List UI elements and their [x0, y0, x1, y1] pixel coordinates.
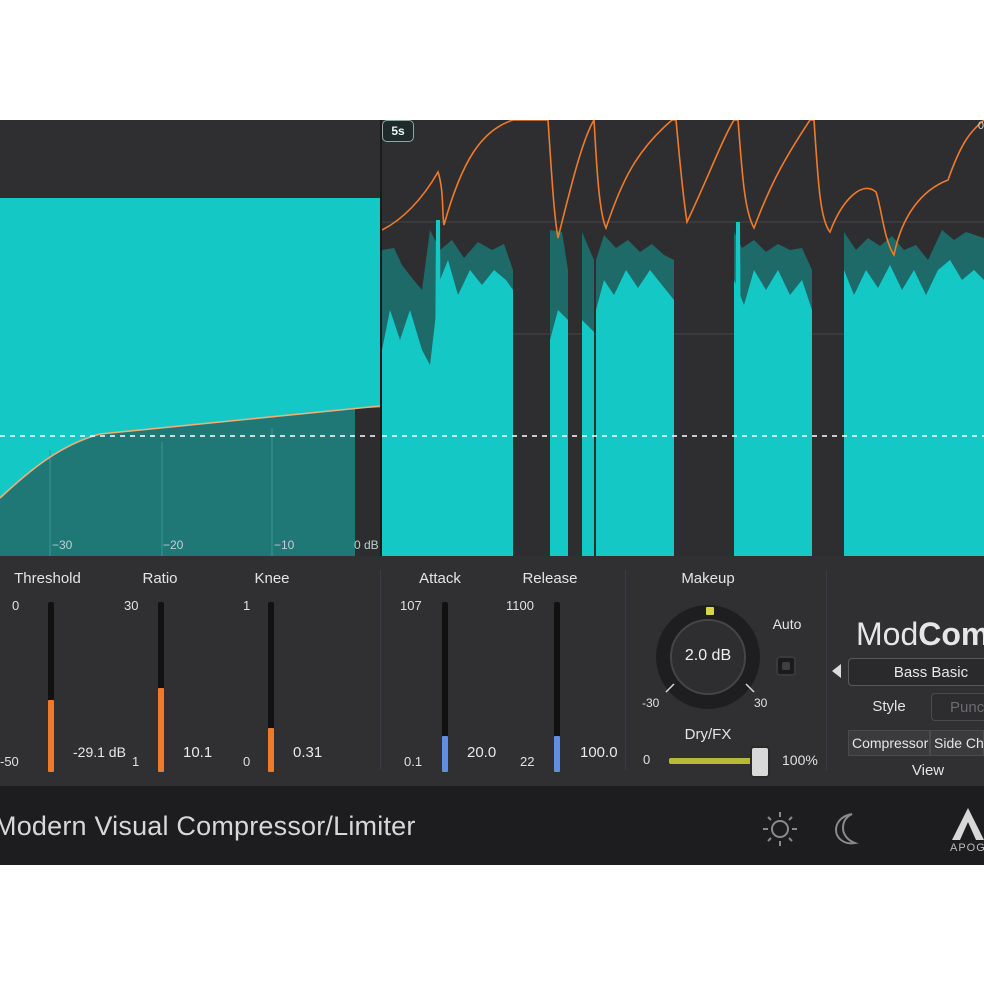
auto-label: Auto	[772, 616, 802, 632]
footer-title: Modern Visual Compressor/Limiter	[0, 811, 416, 841]
auto-indicator	[782, 662, 790, 670]
release-max: 1100	[506, 598, 534, 613]
dryfx-handle[interactable]	[750, 746, 770, 778]
release-min: 22	[520, 754, 535, 769]
makeup-indicator	[706, 607, 714, 615]
curve-tick-4: 0 dB	[354, 538, 379, 552]
product-name-prefix: Mod	[856, 616, 919, 652]
controls-panel: Threshold 0 -50 -29.1 dB Ratio 30 1 10.1…	[0, 556, 984, 856]
threshold-label: Threshold	[14, 570, 81, 587]
transfer-curve-graph[interactable]: −30 −20 −10 0 dB	[0, 120, 380, 556]
knee-slider[interactable]	[268, 602, 274, 772]
ratio-min: 1	[132, 754, 140, 769]
makeup-value: 2.0 dB	[684, 647, 732, 664]
threshold-slider[interactable]	[48, 602, 54, 772]
makeup-min: -30	[642, 696, 660, 710]
release-fill	[554, 736, 560, 772]
makeup-max: 30	[754, 696, 768, 710]
knee-label: Knee	[254, 570, 290, 587]
auto-makeup-toggle[interactable]	[776, 656, 796, 676]
moon-icon[interactable]	[830, 810, 864, 848]
dryfx-min: 0	[643, 752, 651, 767]
preset-selector[interactable]: Bass Basic	[848, 658, 984, 686]
ratio-label: Ratio	[142, 570, 178, 587]
footer-bar: Modern Visual Compressor/Limiter APOGEE	[0, 786, 984, 865]
apogee-logo-text: APOGEE	[950, 842, 984, 854]
dryfx-max: 100%	[782, 752, 818, 768]
threshold-min: -50	[0, 754, 19, 769]
waveform-db-label: 0	[977, 120, 984, 132]
threshold-fill	[48, 700, 54, 772]
attack-value: 20.0	[467, 744, 497, 761]
threshold-max: 0	[12, 598, 20, 613]
ratio-max: 30	[124, 598, 139, 613]
dryfx-slider[interactable]	[669, 758, 757, 764]
ratio-fill	[158, 688, 164, 772]
plugin-window: −30 −20 −10 0 dB 5s 0 Threshold 0 -50 -2…	[0, 120, 984, 865]
apogee-logo-icon	[952, 808, 984, 840]
makeup-label: Makeup	[681, 570, 735, 587]
waveform-svg	[382, 120, 984, 556]
curve-tick-1: −30	[52, 538, 73, 552]
threshold-value: -29.1 dB	[73, 744, 126, 760]
ratio-value: 10.1	[183, 744, 213, 761]
knee-fill	[268, 728, 274, 772]
release-label: Release	[522, 570, 578, 587]
style-value: Punch	[950, 699, 984, 716]
view-label: View	[911, 762, 945, 779]
release-value: 100.0	[580, 744, 618, 761]
transfer-curve-svg	[0, 120, 380, 556]
release-slider[interactable]	[554, 602, 560, 772]
knee-max: 1	[243, 598, 251, 613]
attack-label: Attack	[419, 570, 461, 587]
view-sidechain-button[interactable]: Side Chain	[930, 730, 984, 756]
waveform-display[interactable]	[382, 120, 984, 556]
curve-tick-3: −10	[274, 538, 295, 552]
product-name-bold: Comp	[918, 616, 984, 652]
preset-value: Bass Basic	[893, 664, 969, 681]
ratio-slider[interactable]	[158, 602, 164, 772]
preset-prev-arrow-icon[interactable]	[832, 664, 841, 678]
control-separator	[380, 570, 381, 770]
control-separator	[625, 570, 626, 770]
knee-value: 0.31	[293, 744, 323, 761]
view-compressor-button[interactable]: Compressor	[848, 730, 930, 756]
attack-min: 0.1	[404, 754, 423, 769]
attack-max: 107	[400, 598, 422, 613]
knee-min: 0	[243, 754, 251, 769]
attack-fill	[442, 736, 448, 772]
sun-icon[interactable]	[761, 810, 799, 848]
knob-tick-marks	[665, 683, 755, 693]
style-selector[interactable]: Punch	[931, 693, 984, 721]
control-separator	[826, 570, 827, 770]
time-window-badge[interactable]: 5s	[382, 120, 414, 142]
curve-tick-2: −20	[163, 538, 184, 552]
product-name: ModComp	[856, 616, 984, 653]
attack-slider[interactable]	[442, 602, 448, 772]
style-label: Style	[872, 698, 906, 715]
dryfx-label: Dry/FX	[684, 726, 732, 743]
